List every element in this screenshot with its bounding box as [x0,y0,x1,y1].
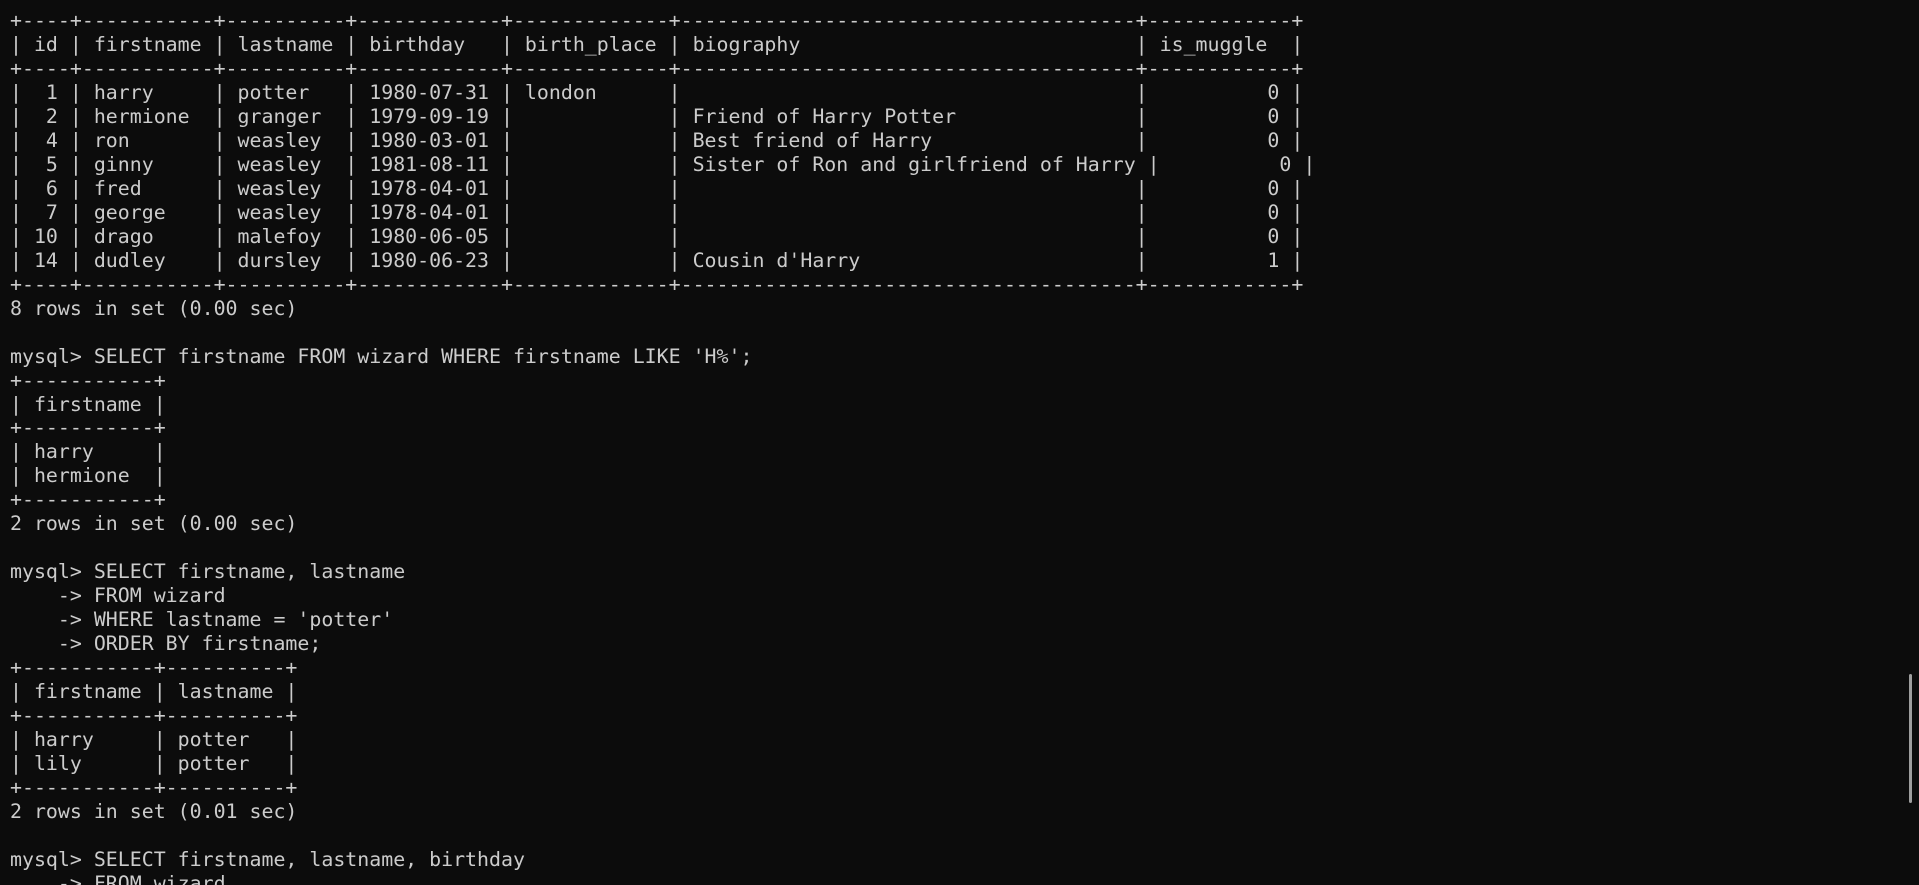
terminal-line: +-----------+ [10,368,166,392]
terminal-line: | firstname | [10,392,166,416]
scrollbar-thumb[interactable] [1909,674,1912,803]
terminal-line: mysql> SELECT firstname FROM wizard WHER… [10,344,753,368]
terminal-line: | 14 | dudley | dursley | 1980-06-23 | |… [10,248,1304,272]
terminal-line: -> WHERE lastname = 'potter' [10,608,394,632]
terminal-line: | 7 | george | weasley | 1978-04-01 | | … [10,200,1304,224]
terminal-output[interactable]: +----+-----------+----------+-----------… [10,9,1315,885]
terminal-line: -> FROM wizard [10,871,226,885]
terminal-line: +-----------+----------+ [10,776,298,799]
terminal-line: mysql> SELECT firstname, lastname [10,560,406,584]
vertical-scrollbar[interactable] [1909,0,1913,885]
terminal-line: +-----------+ [10,488,166,512]
terminal-line: mysql> SELECT firstname, lastname, birth… [10,847,525,871]
terminal-line: +----+-----------+----------+-----------… [10,272,1304,296]
terminal-line: 2 rows in set (0.00 sec) [10,512,298,536]
terminal-line: 8 rows in set (0.00 sec) [10,296,298,320]
terminal-line: +----+-----------+----------+-----------… [10,9,1304,32]
terminal-line: 2 rows in set (0.01 sec) [10,799,298,823]
terminal-line: | 1 | harry | potter | 1980-07-31 | lond… [10,80,1304,104]
terminal-line: -> FROM wizard [10,584,226,608]
terminal-line: +-----------+----------+ [10,656,298,680]
terminal-line: -> ORDER BY firstname; [10,632,322,656]
terminal-line: | harry | potter | [10,728,298,752]
terminal-line: | id | firstname | lastname | birthday |… [10,32,1304,56]
terminal-line: | firstname | lastname | [10,680,298,704]
terminal-line: +-----------+ [10,416,166,440]
terminal-line: | lily | potter | [10,752,298,776]
terminal-line: | hermione | [10,464,166,488]
terminal-window[interactable]: +----+-----------+----------+-----------… [0,0,1919,885]
terminal-line: | 6 | fred | weasley | 1978-04-01 | | | … [10,176,1304,200]
terminal-line: +-----------+----------+ [10,704,298,728]
terminal-line: | 5 | ginny | weasley | 1981-08-11 | | S… [10,152,1316,176]
terminal-line: | harry | [10,440,166,464]
terminal-line: | 2 | hermione | granger | 1979-09-19 | … [10,104,1304,128]
terminal-line: +----+-----------+----------+-----------… [10,56,1304,80]
terminal-line: | 10 | drago | malefoy | 1980-06-05 | | … [10,224,1304,248]
terminal-line: | 4 | ron | weasley | 1980-03-01 | | Bes… [10,128,1304,152]
